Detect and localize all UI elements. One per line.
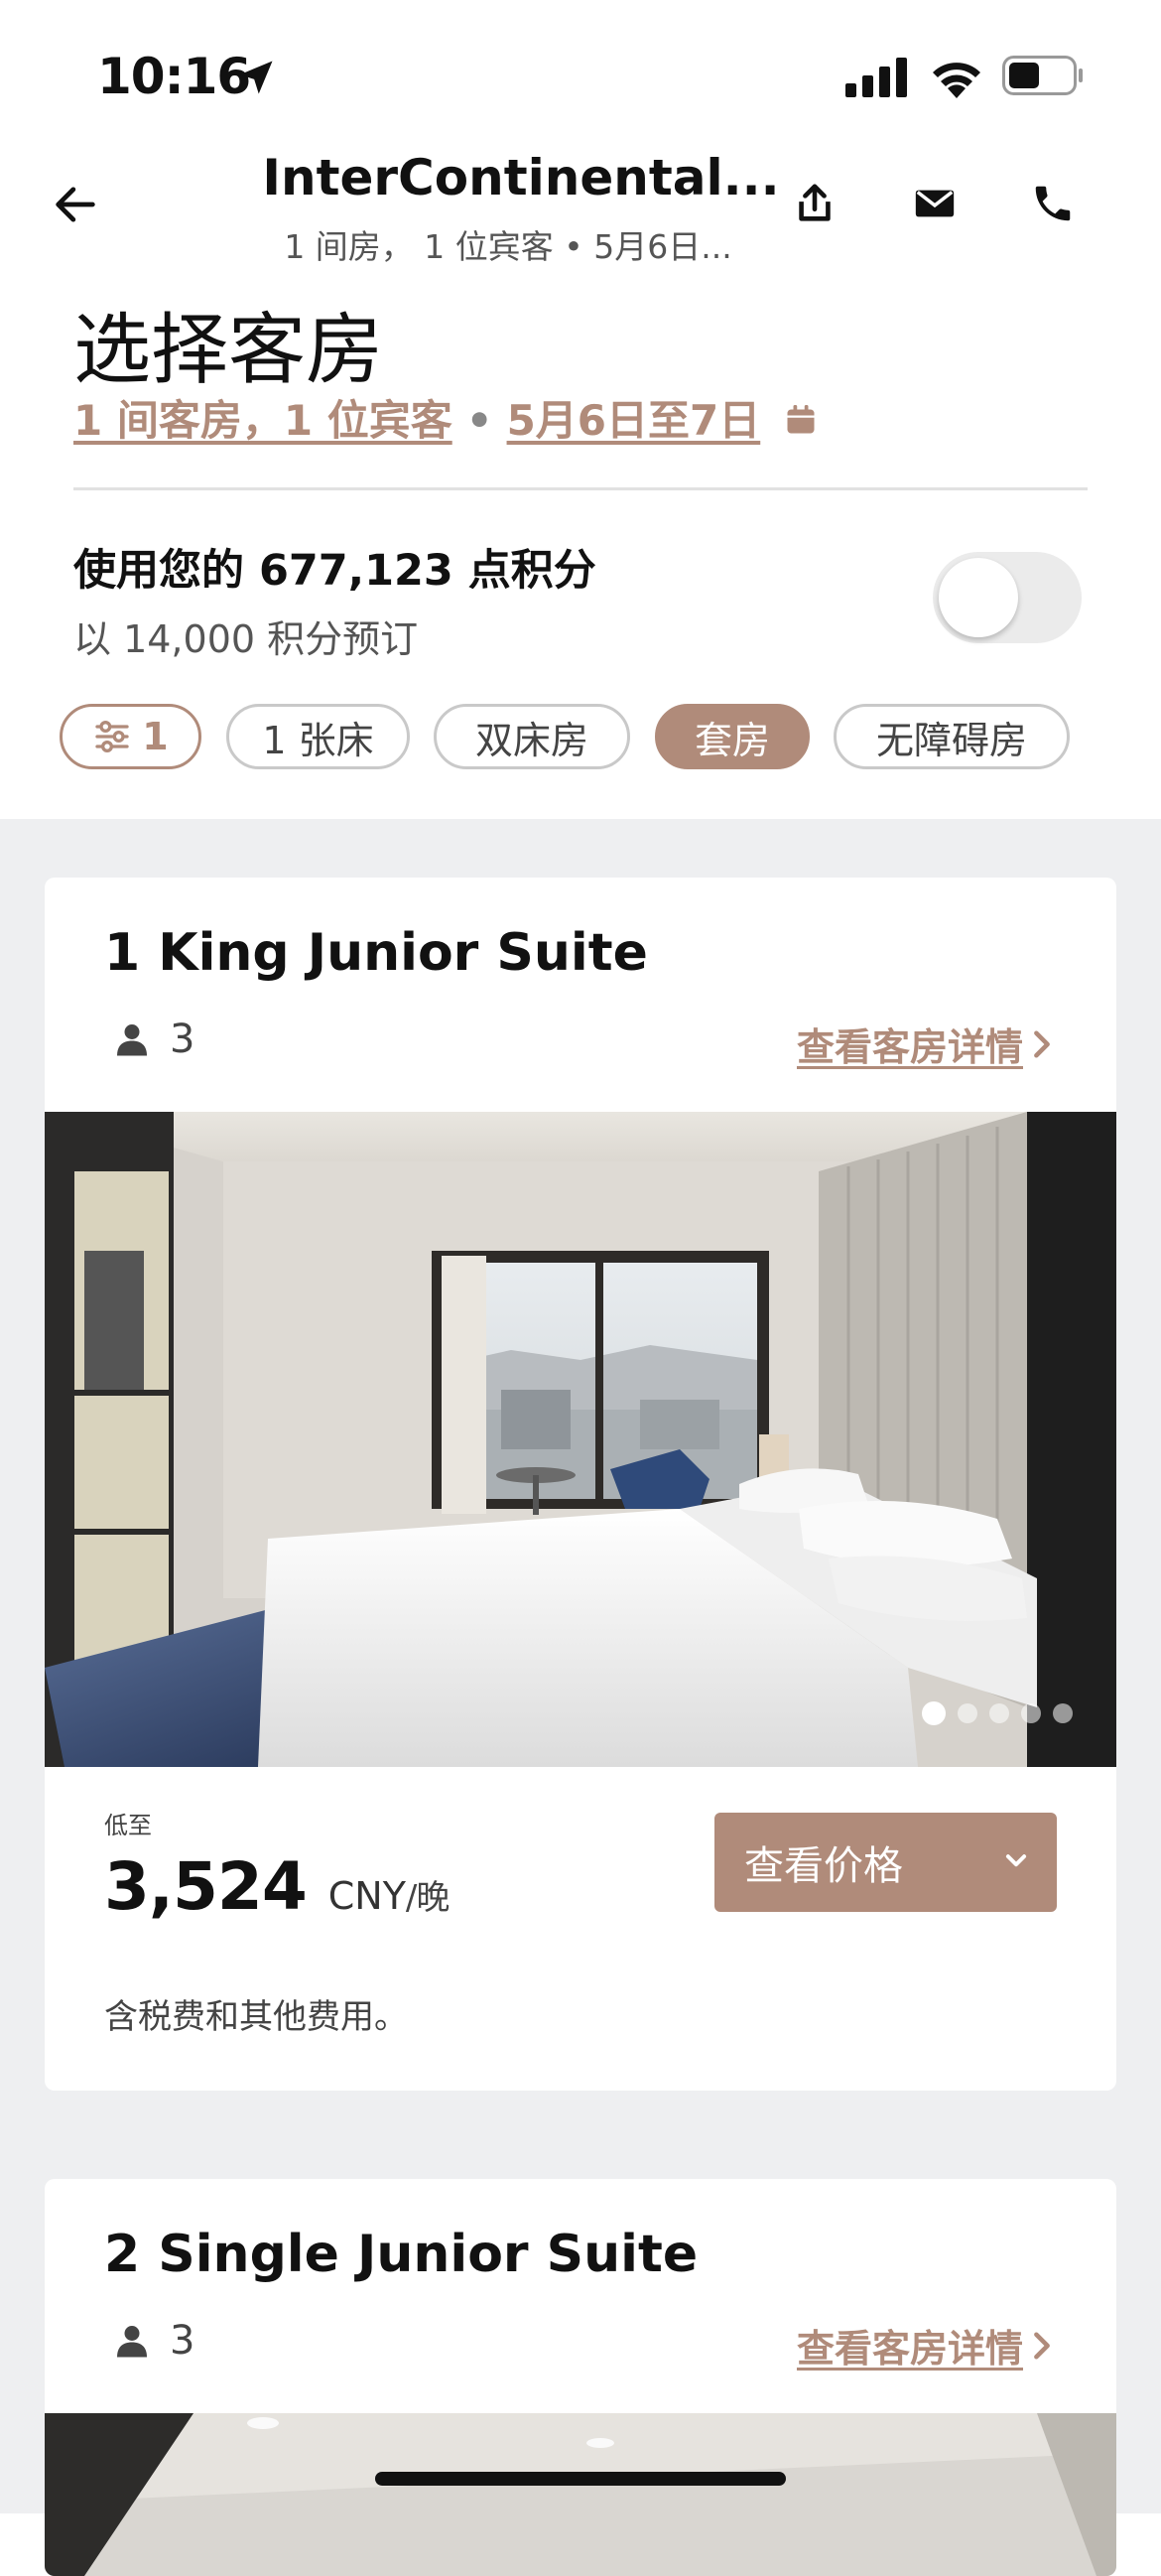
room-card: 1 King Junior Suite 3 查看客房详情 低至 3,524 CN… (45, 878, 1116, 2091)
guest-capacity: 3 (114, 1017, 194, 1062)
chip-twin-room[interactable]: 双床房 (434, 704, 630, 769)
price-amount: 3,524 (104, 1848, 308, 1925)
use-points-toggle[interactable] (933, 552, 1082, 643)
mail-icon[interactable] (912, 181, 958, 226)
phone-icon[interactable] (1030, 181, 1076, 226)
battery-icon (1002, 56, 1083, 95)
rooms-guests-link[interactable]: 1 间客房，1 位宾客 (73, 396, 452, 445)
wifi-icon (933, 63, 980, 98)
guest-count: 3 (170, 1017, 195, 1062)
location-arrow-icon (239, 61, 273, 94)
room-details-link[interactable]: 查看客房详情 (797, 1017, 1053, 1071)
chevron-down-icon (1005, 1854, 1027, 1867)
toggle-knob (939, 558, 1018, 637)
page-title: 选择客房 (73, 306, 384, 395)
points-subtitle: 以 14,000 积分预订 (73, 617, 419, 661)
cellular-signal-icon (845, 58, 907, 97)
room-photo (45, 2413, 1116, 2576)
filter-count: 1 (142, 715, 169, 758)
hotel-subtitle: 1 间房， 1 位宾客 • 5月6日... (284, 227, 732, 266)
view-price-button[interactable]: 查看价格 (714, 1813, 1057, 1912)
back-arrow-icon[interactable] (50, 179, 101, 230)
room-details-link[interactable]: 查看客房详情 (797, 2318, 1053, 2373)
share-icon[interactable] (792, 181, 838, 226)
header-divider (73, 487, 1088, 490)
chip-accessible[interactable]: 无障碍房 (834, 704, 1070, 769)
view-price-label: 查看价格 (744, 1843, 903, 1889)
sliders-icon (95, 721, 129, 752)
carousel-dot-active (922, 1701, 946, 1725)
room-details-label: 查看客房详情 (796, 1025, 1023, 1069)
carousel-dot (1053, 1703, 1073, 1723)
chevron-right-icon (1034, 2332, 1050, 2359)
home-indicator (375, 2472, 786, 2486)
points-title: 使用您的 677,123 点积分 (73, 546, 596, 596)
chevron-right-icon (1034, 1030, 1050, 1057)
filter-button[interactable]: 1 (60, 704, 201, 769)
carousel-dot (989, 1703, 1009, 1723)
dates-link[interactable]: 5月6日至7日 (507, 396, 761, 445)
room-name: 2 Single Junior Suite (104, 2225, 699, 2284)
person-icon (117, 1024, 147, 1056)
carousel-dots (922, 1701, 1073, 1725)
room-photo-carousel[interactable] (45, 1112, 1116, 1767)
chip-suite[interactable]: 套房 (655, 704, 810, 769)
price-currency: CNY (327, 1874, 406, 1918)
calendar-icon[interactable] (783, 402, 819, 438)
room-photo (45, 1112, 1116, 1767)
carousel-dot (958, 1703, 977, 1723)
low-from-label: 低至 (104, 1812, 152, 1839)
guest-capacity: 3 (114, 2318, 194, 2364)
room-card: 2 Single Junior Suite 3 查看客房详情 (45, 2179, 1116, 2576)
person-icon (117, 2326, 147, 2358)
stay-summary: 1 间客房，1 位宾客 • 5月6日至7日 (73, 387, 819, 448)
room-photo-carousel[interactable] (45, 2413, 1116, 2576)
chip-one-bed[interactable]: 1 张床 (226, 704, 410, 769)
carousel-dot (1021, 1703, 1041, 1723)
room-details-label: 查看客房详情 (796, 2327, 1023, 2371)
guest-count: 3 (170, 2318, 195, 2364)
status-time: 10:16 (97, 48, 251, 105)
room-name: 1 King Junior Suite (104, 923, 648, 983)
room-price: 3,524 CNY/晚 (104, 1848, 450, 1925)
summary-separator: • (465, 396, 493, 445)
tax-note: 含税费和其他费用。 (104, 1997, 408, 2037)
per-night-label: /晚 (405, 1878, 450, 1918)
hotel-title: InterContinental... (262, 149, 780, 206)
